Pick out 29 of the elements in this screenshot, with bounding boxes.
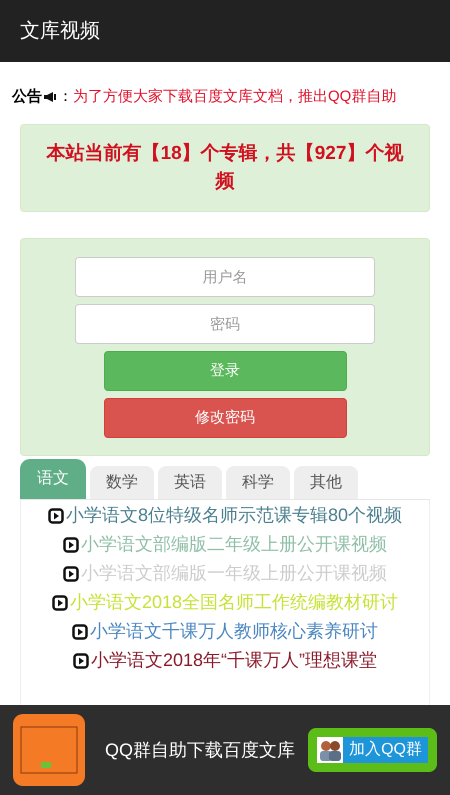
play-icon (63, 566, 79, 582)
play-icon (63, 537, 79, 553)
logo-icon (13, 714, 85, 786)
play-icon (72, 624, 88, 640)
join-qq-group-button[interactable]: 加入QQ群 (317, 737, 428, 763)
play-icon (52, 595, 68, 611)
category-tab[interactable]: 语文 (20, 459, 86, 499)
category-tab[interactable]: 其他 (294, 466, 358, 499)
password-field[interactable]: 密码 (75, 304, 375, 344)
people-icon (317, 737, 344, 763)
banner-text: QQ群自助下载百度文库 (105, 738, 296, 762)
megaphone-icon (43, 91, 57, 103)
notice-label: 公告 (12, 86, 42, 107)
notice-separator: ： (58, 86, 73, 107)
video-link[interactable]: 小学语文千课万人教师核心素养研讨 (90, 620, 378, 643)
video-link[interactable]: 小学语文部编版二年级上册公开课视频 (81, 533, 387, 556)
category-tab[interactable]: 数学 (90, 466, 154, 499)
video-link[interactable]: 小学语文8位特级名师示范课专辑80个视频 (66, 504, 402, 527)
username-field[interactable]: 用户名 (75, 257, 375, 297)
category-tab[interactable]: 科学 (226, 466, 290, 499)
play-icon (72, 653, 89, 669)
login-button[interactable]: 登录 (104, 351, 346, 391)
notice-text: 为了方便大家下载百度文库文档，推出QQ群自助 (73, 86, 396, 107)
change-password-button[interactable]: 修改密码 (104, 398, 346, 438)
stats-text: 本站当前有【18】个专辑，共【927】个视频 (45, 142, 404, 194)
video-link[interactable]: 小学语文2018年“千课万人”理想课堂 (90, 649, 378, 672)
category-tab[interactable]: 英语 (158, 466, 222, 499)
header-title: 文库视频 (20, 19, 100, 44)
play-icon (48, 508, 64, 524)
